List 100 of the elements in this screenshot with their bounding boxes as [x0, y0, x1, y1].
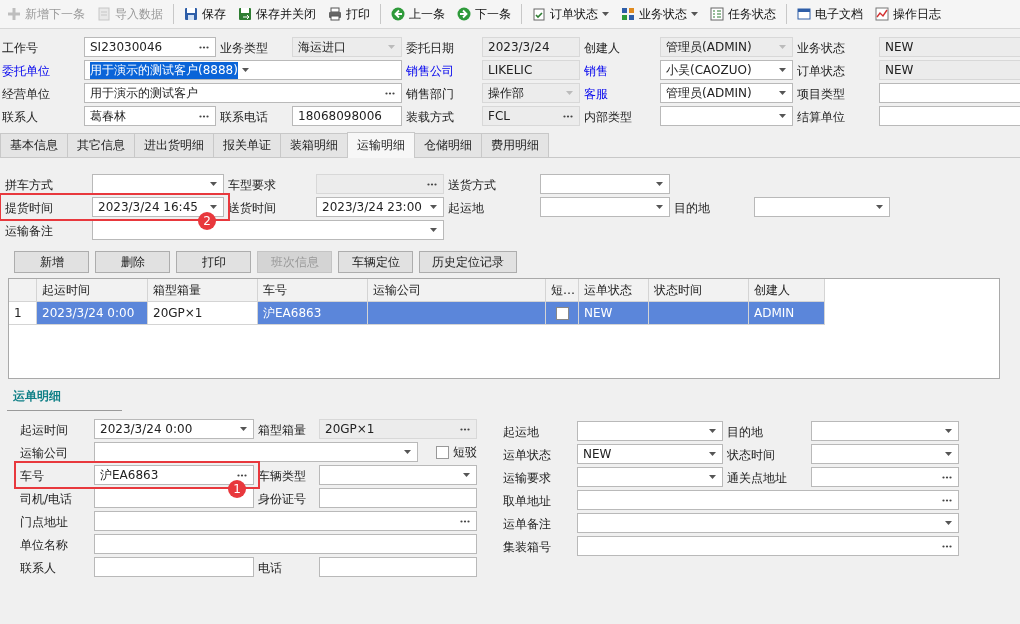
dropdown-field[interactable] [811, 444, 959, 464]
dropdown-field[interactable] [754, 197, 890, 217]
label-link[interactable]: 销售 [584, 60, 656, 80]
tab[interactable]: 装箱明细 [280, 133, 348, 157]
dropdown-field[interactable] [540, 174, 670, 194]
toolbar-button[interactable]: 订单状态 [527, 2, 614, 26]
ellipsis-icon [942, 475, 952, 479]
dropdown-field[interactable]: 2023/3/24 23:00 [316, 197, 444, 217]
text-field[interactable]: 18068098006 [292, 106, 402, 126]
dropdown-field[interactable] [319, 465, 477, 485]
dropdown-field[interactable]: 2023/3/24 16:45 [92, 197, 224, 217]
dropdown-field[interactable] [92, 174, 224, 194]
field-label: 身份证号 [258, 491, 307, 508]
toolbar-button[interactable]: 业务状态 [616, 2, 703, 26]
dropdown-field[interactable] [540, 197, 670, 217]
field-label: 目的地 [674, 200, 711, 217]
toolbar-button[interactable]: 电子文档 [792, 2, 868, 26]
action-button[interactable]: 删除 [95, 251, 170, 273]
field-label: 司机/电话 [20, 491, 74, 508]
toolbar-button[interactable]: 下一条 [452, 2, 516, 26]
field-label: 业务状态 [797, 40, 846, 57]
dropdown-field[interactable] [94, 442, 418, 462]
dropdown-field[interactable]: NEW [577, 444, 723, 464]
label-link[interactable]: 委托单位 [2, 60, 80, 80]
checkbox[interactable] [555, 306, 569, 320]
dropdown-field[interactable] [660, 106, 793, 126]
lookup-field[interactable]: 沪EA6863 [94, 465, 254, 485]
action-button[interactable]: 新增 [14, 251, 89, 273]
field-label: 联系电话 [220, 109, 269, 126]
field-label: 车辆类型 [258, 468, 307, 485]
field-label: 运输公司 [20, 445, 69, 462]
lookup-field[interactable] [577, 536, 959, 556]
ellipsis-icon [385, 91, 395, 95]
lookup-field[interactable] [811, 467, 959, 487]
caret-icon [210, 182, 217, 186]
text-field[interactable] [94, 557, 254, 577]
tab[interactable]: 运输明细 [347, 132, 415, 158]
dropdown-field[interactable] [577, 467, 723, 487]
lookup-field[interactable]: SI23030046 [84, 37, 216, 57]
clipboard-check-icon [532, 7, 546, 21]
text-field[interactable] [879, 83, 1020, 103]
field-label: 提货时间 [5, 200, 54, 217]
tab[interactable]: 进出货明细 [134, 133, 214, 157]
ellipsis-icon [427, 182, 437, 186]
field-label: 目的地 [727, 424, 764, 441]
table-row[interactable]: 1 2023/3/24 0:00 20GP×1 沪EA6863 NEW ADMIN [9, 302, 999, 325]
field-label: 运输备注 [5, 223, 54, 240]
text-field[interactable] [94, 534, 477, 554]
field-label: 经营单位 [2, 86, 51, 103]
dropdown-field[interactable]: 2023/3/24 0:00 [94, 419, 254, 439]
toolbar-button[interactable]: 打印 [323, 2, 375, 26]
column-header[interactable]: 创建人 [749, 279, 825, 302]
dropdown-field[interactable]: 用于演示的测试客户(8888) [84, 60, 402, 80]
tab[interactable]: 费用明细 [481, 133, 549, 157]
caret-icon [779, 45, 786, 49]
text-field[interactable] [319, 488, 477, 508]
label-link[interactable]: 客服 [584, 83, 656, 103]
action-button[interactable]: 车辆定位 [338, 251, 413, 273]
left-arrow-icon [391, 7, 405, 21]
column-header[interactable]: 运输公司 [368, 279, 546, 302]
dropdown-field[interactable]: 小吴(CAOZUO) [660, 60, 793, 80]
dropdown-field[interactable] [577, 513, 959, 533]
toolbar-button[interactable]: 保存 [179, 2, 231, 26]
checkbox[interactable]: 短驳 [436, 443, 477, 461]
ellipsis-icon [237, 473, 247, 477]
chart-icon [875, 7, 889, 21]
dropdown-field[interactable]: 管理员(ADMIN) [660, 83, 793, 103]
column-header[interactable]: 运单状态 [579, 279, 649, 302]
caret-icon [388, 45, 395, 49]
caret-icon [945, 452, 952, 456]
dropdown-field[interactable] [811, 421, 959, 441]
ellipsis-icon [942, 544, 952, 548]
lookup-field[interactable] [577, 490, 959, 510]
column-header[interactable]: 状态时间 [649, 279, 749, 302]
caret-icon [709, 452, 716, 456]
text-field[interactable] [319, 557, 477, 577]
toolbar-button[interactable]: 上一条 [386, 2, 450, 26]
lookup-field[interactable]: 葛春林 [84, 106, 216, 126]
column-header[interactable]: 起运时间 [37, 279, 148, 302]
lookup-field[interactable] [94, 511, 477, 531]
caret-icon [240, 427, 247, 431]
toolbar-button[interactable]: 任务状态 [705, 2, 781, 26]
dropdown-field[interactable] [577, 421, 723, 441]
column-header[interactable]: 车号 [258, 279, 368, 302]
column-header[interactable]: 短… [546, 279, 579, 302]
tab[interactable]: 基本信息 [0, 133, 68, 157]
field-label: 车型要求 [228, 177, 277, 194]
toolbar-button[interactable]: 保存并关闭 [233, 2, 321, 26]
lookup-field[interactable]: 用于演示的测试客户 [84, 83, 402, 103]
caret-icon [656, 182, 663, 186]
toolbar-button[interactable]: 操作日志 [870, 2, 946, 26]
tab[interactable]: 报关单证 [213, 133, 281, 157]
action-button[interactable]: 打印 [176, 251, 251, 273]
tab[interactable]: 其它信息 [67, 133, 135, 157]
ellipsis-icon [563, 114, 573, 118]
text-field[interactable] [879, 106, 1020, 126]
column-header[interactable]: 箱型箱量 [148, 279, 258, 302]
field-label: 车号 [20, 468, 45, 485]
field-label: 状态时间 [727, 447, 776, 464]
tab[interactable]: 仓储明细 [414, 133, 482, 157]
